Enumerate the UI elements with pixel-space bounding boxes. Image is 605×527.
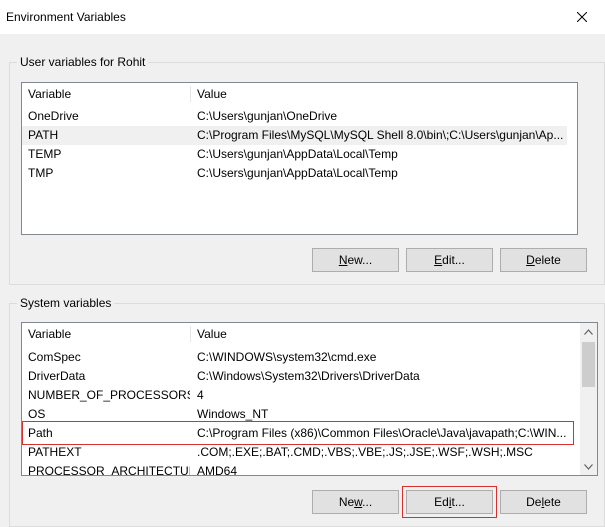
user-variables-group: User variables for Rohit Variable Value … [9,55,605,285]
system-variables-label: System variables [17,296,115,310]
user-delete-button[interactable]: Delete [500,248,587,272]
chevron-down-icon [584,463,593,470]
variable-name: PATH [28,128,59,142]
vertical-scrollbar[interactable] [580,323,597,475]
variable-name: NUMBER_OF_PROCESSORS [28,388,190,402]
scroll-thumb[interactable] [582,342,595,387]
list-item[interactable]: OneDrive C:\Users\gunjan\OneDrive [22,107,567,126]
system-variables-header: Variable Value [22,323,597,345]
list-item[interactable]: NUMBER_OF_PROCESSORS 4 [22,386,567,405]
system-variables-list[interactable]: Variable Value ComSpec C:\WINDOWS\system… [21,322,598,476]
column-header-variable[interactable]: Variable [22,83,190,105]
variable-value: 4 [197,388,204,402]
variable-name: OneDrive [28,109,79,123]
variable-value: C:\WINDOWS\system32\cmd.exe [197,350,377,364]
list-item[interactable]: ComSpec C:\WINDOWS\system32\cmd.exe [22,348,567,367]
variable-value: AMD64 [197,464,238,476]
user-variables-list[interactable]: Variable Value OneDrive C:\Users\gunjan\… [21,82,578,235]
close-icon [577,12,587,22]
column-header-value[interactable]: Value [191,83,571,105]
list-item[interactable]: DriverData C:\Windows\System32\Drivers\D… [22,367,567,386]
column-header-value[interactable]: Value [191,323,571,345]
scroll-up-button[interactable] [580,323,597,340]
variable-name: DriverData [28,369,86,383]
variable-value: .COM;.EXE;.BAT;.CMD;.VBS;.VBE;.JS;.JSE;.… [197,445,533,459]
close-button[interactable] [559,0,605,34]
variable-name: ComSpec [28,350,81,364]
variable-name: TEMP [28,147,62,161]
edit-button-highlight [402,486,497,518]
list-item[interactable]: TEMP C:\Users\gunjan\AppData\Local\Temp [22,145,567,164]
scroll-down-button[interactable] [580,458,597,475]
chevron-up-icon [584,328,593,335]
user-variables-label: User variables for Rohit [17,55,149,69]
variable-name: PATHEXT [28,445,82,459]
variable-name: PROCESSOR_ARCHITECTURE [28,464,190,476]
user-variables-header: Variable Value [22,83,577,105]
window-title: Environment Variables [6,10,126,24]
path-row-highlight [22,421,574,445]
system-new-button[interactable]: New... [312,490,399,514]
list-item[interactable]: PATHEXT .COM;.EXE;.BAT;.CMD;.VBS;.VBE;.J… [22,443,567,462]
variable-value: C:\Users\gunjan\AppData\Local\Temp [197,147,398,161]
user-edit-button[interactable]: Edit... [406,248,493,272]
title-bar: Environment Variables [0,0,605,34]
column-header-variable[interactable]: Variable [22,323,190,345]
user-new-button[interactable]: New... [312,248,399,272]
variable-name: TMP [28,166,54,180]
list-item[interactable]: TMP C:\Users\gunjan\AppData\Local\Temp [22,164,567,183]
system-variables-group: System variables Variable Value ComSpec … [9,296,605,527]
variable-value: C:\Users\gunjan\OneDrive [197,109,338,123]
list-item[interactable]: PROCESSOR_ARCHITECTURE AMD64 [22,462,567,476]
variable-value: C:\Windows\System32\Drivers\DriverData [197,369,420,383]
variable-value: C:\Users\gunjan\AppData\Local\Temp [197,166,398,180]
system-delete-button[interactable]: Delete [500,490,587,514]
dialog-body: User variables for Rohit Variable Value … [0,34,605,527]
list-item-selected[interactable]: PATH C:\Program Files\MySQL\MySQL Shell … [22,126,567,145]
variable-value: C:\Program Files\MySQL\MySQL Shell 8.0\b… [197,128,564,142]
